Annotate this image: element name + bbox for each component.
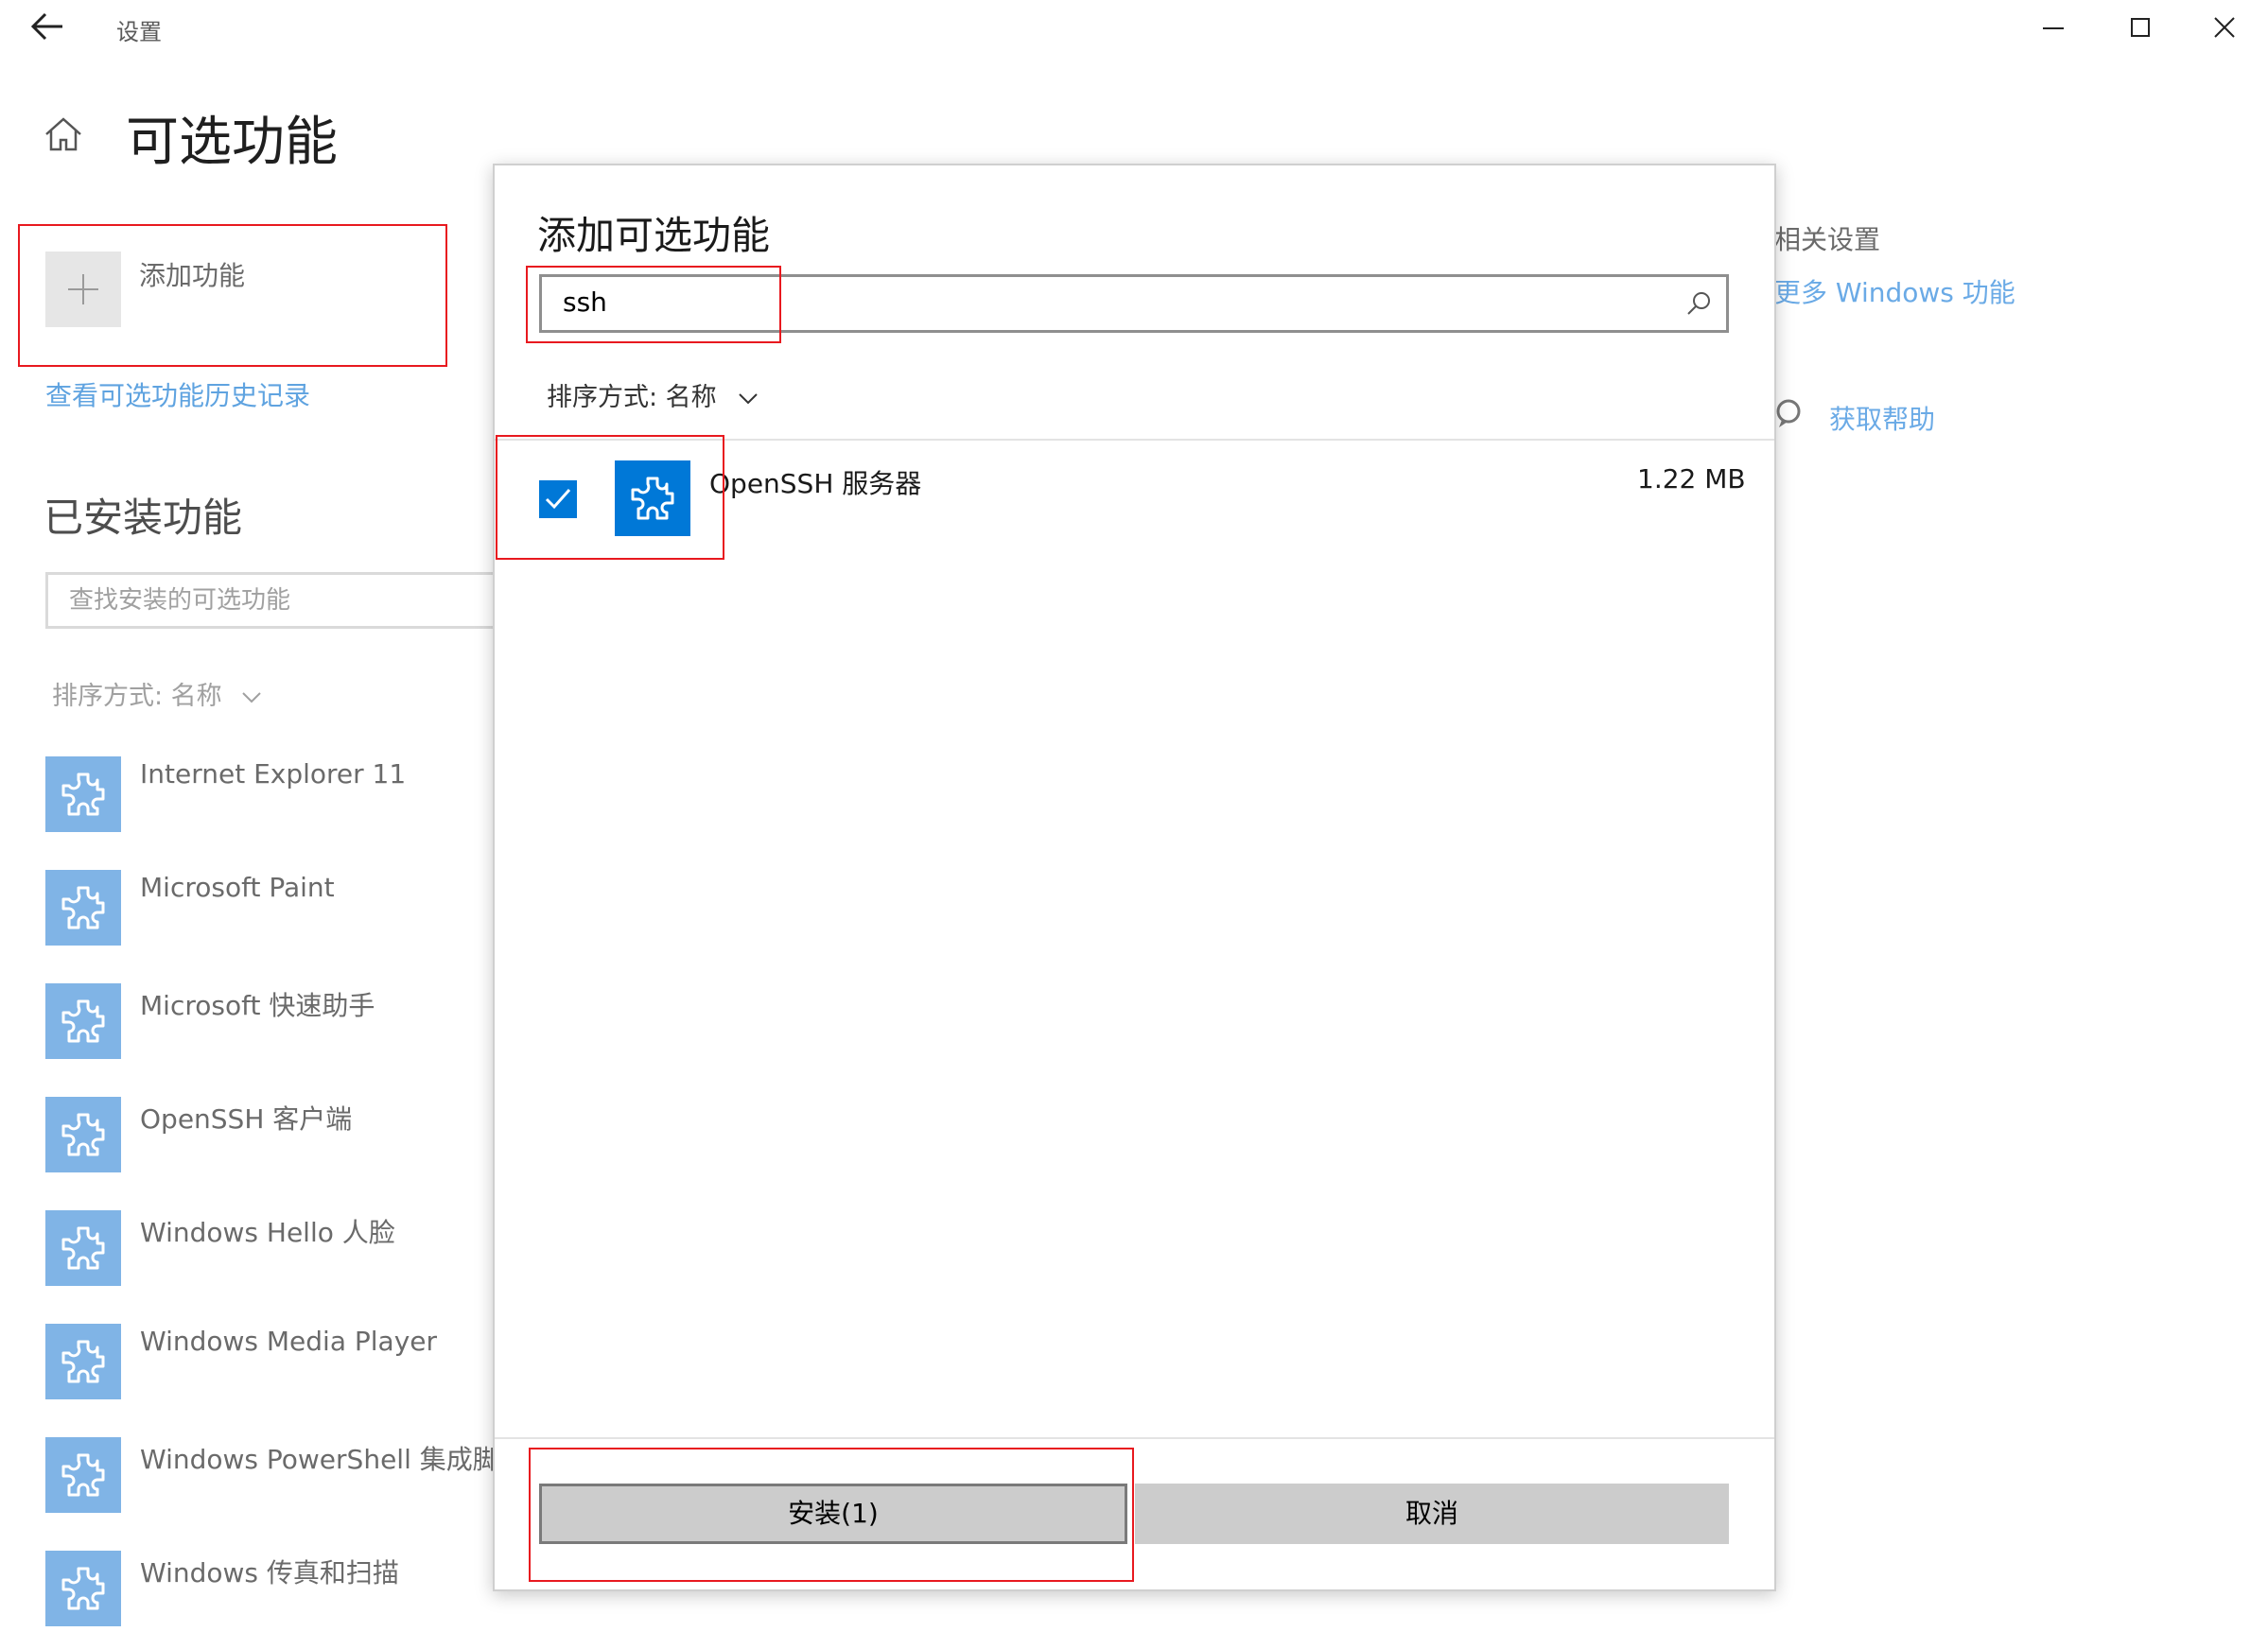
- close-icon: [2214, 17, 2235, 38]
- annotation-box-checkbox: [496, 435, 724, 560]
- chevron-down-icon: [739, 392, 758, 404]
- minimize-button[interactable]: [2010, 0, 2097, 55]
- app-title: 设置: [116, 19, 162, 45]
- cancel-button[interactable]: 取消: [1135, 1484, 1729, 1544]
- puzzle-icon: [45, 1437, 121, 1513]
- installed-item[interactable]: Internet Explorer 11: [45, 756, 518, 832]
- help-chat-icon: [1774, 397, 1803, 431]
- installed-item-name: Microsoft Paint: [140, 872, 335, 903]
- puzzle-icon: [45, 870, 121, 946]
- installed-item-name: OpenSSH 客户端: [140, 1103, 353, 1135]
- result-name[interactable]: OpenSSH 服务器: [709, 463, 921, 501]
- more-windows-features-link[interactable]: 更多 Windows 功能: [1774, 272, 2015, 310]
- installed-heading: 已安装功能: [44, 495, 243, 541]
- installed-sort-dropdown[interactable]: 排序方式: 名称: [52, 675, 262, 712]
- home-icon: [45, 117, 81, 151]
- annotation-box-search: [526, 266, 781, 343]
- puzzle-icon: [45, 1097, 121, 1172]
- related-settings-title: 相关设置: [1774, 224, 1881, 255]
- minimize-icon: [2043, 27, 2064, 29]
- maximize-icon: [2131, 18, 2150, 37]
- installed-search-input[interactable]: 查找安装的可选功能: [45, 572, 537, 629]
- back-button[interactable]: [28, 8, 76, 49]
- result-size: 1.22 MB: [1637, 463, 1746, 495]
- history-link[interactable]: 查看可选功能历史记录: [45, 375, 310, 413]
- installed-item[interactable]: Windows 传真和扫描: [45, 1551, 518, 1626]
- installed-item-name: Windows PowerShell 集成脚本: [140, 1444, 526, 1475]
- annotation-box-install: [529, 1448, 1134, 1582]
- dialog-footer-divider: [495, 1437, 1774, 1439]
- puzzle-icon: [45, 756, 121, 832]
- annotation-box-add-feature: [18, 224, 447, 367]
- installed-sort-label: 排序方式: 名称: [52, 682, 222, 711]
- installed-item[interactable]: OpenSSH 客户端: [45, 1097, 518, 1172]
- get-help-link[interactable]: 获取帮助: [1829, 399, 1935, 437]
- page-title: 可选功能: [126, 112, 338, 173]
- installed-item-name: Internet Explorer 11: [140, 758, 407, 790]
- maximize-button[interactable]: [2097, 0, 2184, 55]
- installed-item[interactable]: Microsoft 快速助手: [45, 983, 518, 1059]
- installed-item[interactable]: Windows PowerShell 集成脚本: [45, 1437, 526, 1513]
- puzzle-icon: [45, 1551, 121, 1626]
- chevron-down-icon: [242, 691, 261, 703]
- dialog-sort-dropdown[interactable]: 排序方式: 名称: [547, 376, 759, 413]
- installed-item-name: Windows 传真和扫描: [140, 1557, 399, 1588]
- installed-item[interactable]: Microsoft Paint: [45, 870, 518, 946]
- dialog-sort-label: 排序方式: 名称: [547, 383, 717, 412]
- puzzle-icon: [45, 1210, 121, 1286]
- installed-item[interactable]: Windows Hello 人脸: [45, 1210, 518, 1286]
- close-button[interactable]: [2181, 0, 2268, 55]
- search-icon[interactable]: [1684, 289, 1713, 318]
- installed-item[interactable]: Windows Media Player: [45, 1324, 518, 1399]
- installed-item-name: Windows Hello 人脸: [140, 1217, 395, 1248]
- installed-item-name: Windows Media Player: [140, 1326, 438, 1357]
- puzzle-icon: [45, 1324, 121, 1399]
- home-button[interactable]: [43, 113, 84, 155]
- dialog-title: 添加可选功能: [537, 213, 770, 258]
- back-arrow-icon: [30, 12, 62, 41]
- installed-item-name: Microsoft 快速助手: [140, 990, 375, 1021]
- puzzle-icon: [45, 983, 121, 1059]
